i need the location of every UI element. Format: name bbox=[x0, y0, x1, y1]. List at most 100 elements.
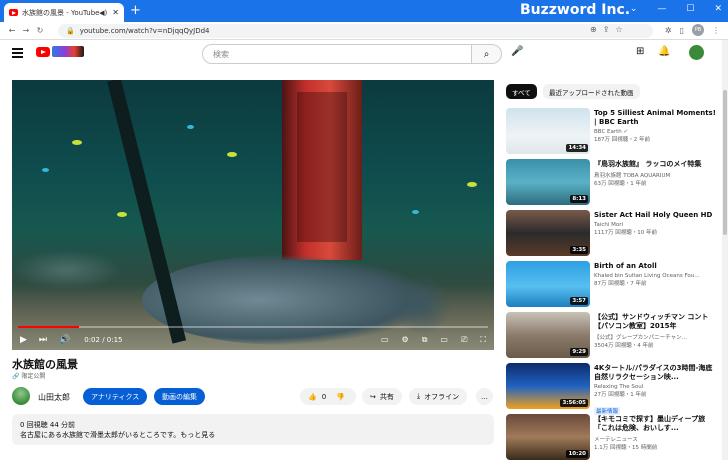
volume-icon[interactable]: 🔊 bbox=[59, 335, 70, 345]
search-button[interactable]: ⌕ bbox=[472, 44, 502, 64]
play-icon[interactable]: ▶ bbox=[20, 335, 27, 345]
visibility-label: 限定公開 bbox=[21, 373, 46, 380]
description-box[interactable]: 0 回視聴 44 分前 名古屋にある水族館で滑墨太郎がいるところです。もっと見る bbox=[12, 414, 494, 445]
recommendation-channel[interactable]: メーテレニュース bbox=[594, 435, 716, 443]
profile-avatar[interactable]: PB bbox=[692, 24, 704, 36]
sidepanel-icon[interactable]: ▯ bbox=[680, 26, 684, 35]
install-icon[interactable]: ⊕ bbox=[590, 25, 597, 34]
duration-badge: 8:13 bbox=[570, 195, 588, 203]
duration-badge: 9:29 bbox=[570, 348, 588, 356]
close-tab-icon[interactable]: ✕ bbox=[112, 8, 119, 17]
recommendation-title[interactable]: Sister Act Hail Holy Queen HD bbox=[594, 211, 716, 220]
search-input[interactable]: 検索 bbox=[202, 44, 472, 64]
description-text: 名古屋にある水族館で滑墨太郎がいるところです。もっと見る bbox=[20, 431, 216, 439]
youtube-doodle-logo[interactable] bbox=[52, 46, 84, 57]
video-thumbnail[interactable]: 3:57 bbox=[506, 261, 590, 307]
channel-avatar[interactable] bbox=[12, 387, 30, 405]
create-video-icon[interactable]: ⊞ bbox=[636, 46, 644, 57]
header-actions: ⊞ 🔔 bbox=[636, 46, 671, 57]
recommendation-item[interactable]: 3:57 Birth of an Atoll Khaled bin Sultan L… bbox=[506, 261, 716, 307]
left-fish bbox=[12, 250, 122, 290]
account-avatar[interactable] bbox=[689, 45, 704, 60]
time-display: 0:02 / 0:15 bbox=[84, 336, 123, 344]
notifications-bell-icon[interactable]: 🔔 bbox=[658, 46, 670, 57]
close-window-icon[interactable]: ✕ bbox=[714, 4, 722, 14]
video-thumbnail[interactable]: 14:34 bbox=[506, 108, 590, 154]
recommendation-title[interactable]: Top 5 Silliest Animal Moments! | BBC Ear… bbox=[594, 109, 716, 127]
video-thumbnail[interactable]: 10:20 bbox=[506, 414, 590, 460]
fullscreen-icon[interactable]: ⛶ bbox=[480, 335, 486, 345]
youtube-header: 検索 ⌕ 🎤 ⊞ 🔔 bbox=[0, 40, 722, 68]
video-title: 水族館の風景 bbox=[12, 358, 78, 371]
recommendation-channel[interactable]: 【公式】グレープカンパニーチャン... bbox=[594, 333, 716, 341]
duration-badge: 3:57 bbox=[570, 297, 588, 305]
forward-icon[interactable]: → bbox=[20, 26, 32, 35]
recommendation-title[interactable]: 4Kタートル/パラダイスの3時間-海底自然リラクセーション映... bbox=[594, 364, 716, 382]
recommendation-item[interactable]: 3:35 Sister Act Hail Holy Queen HD Taichi … bbox=[506, 210, 716, 256]
video-thumbnail[interactable]: 3:35 bbox=[506, 210, 590, 256]
microphone-icon[interactable]: 🎤 bbox=[511, 46, 523, 57]
theater-mode-icon[interactable]: ▭ bbox=[440, 335, 448, 345]
recommendation-title[interactable]: 『鳥羽水族館』 ラッコのメイ特集 bbox=[594, 160, 716, 169]
yellow-fish bbox=[467, 182, 477, 187]
maximize-icon[interactable]: ☐ bbox=[686, 4, 694, 14]
share-page-icon[interactable]: ⇪ bbox=[603, 25, 610, 34]
share-button[interactable]: ↪ 共有 bbox=[362, 388, 402, 405]
pillar-shadow bbox=[297, 92, 347, 242]
reload-icon[interactable]: ↻ bbox=[34, 26, 46, 35]
recommendation-item[interactable]: 9:29 【公式】サンドウィッチマン コント【パソコン教室】2015年【公式】グレ… bbox=[506, 312, 716, 358]
settings-gear-icon[interactable]: ⚙ bbox=[402, 335, 409, 345]
recommendation-item[interactable]: 8:13 『鳥羽水族館』 ラッコのメイ特集 鳥羽水族館 TOBA AQUARIUM 6… bbox=[506, 159, 716, 205]
chip-all[interactable]: すべて bbox=[506, 84, 537, 99]
scrollbar[interactable] bbox=[722, 40, 728, 460]
bookmark-star-icon[interactable]: ☆ bbox=[615, 25, 622, 34]
chip-recently-uploaded[interactable]: 最近アップロードされた動画 bbox=[543, 84, 640, 99]
new-tab-button[interactable]: + bbox=[130, 3, 141, 18]
recommendation-title[interactable]: 【キモコミで探す】墨山ディープ旅「これは危険、おいしす... bbox=[594, 415, 716, 433]
video-thumbnail[interactable]: 8:13 bbox=[506, 159, 590, 205]
recommendation-title[interactable]: 【公式】サンドウィッチマン コント【パソコン教室】2015年 bbox=[594, 313, 716, 331]
chevron-down-icon[interactable]: ⌄ bbox=[630, 4, 638, 14]
recommendation-item[interactable]: 3:56:05 4Kタートル/パラダイスの3時間-海底自然リラクセーション映...… bbox=[506, 363, 716, 415]
recommendation-channel[interactable]: 鳥羽水族館 TOBA AQUARIUM bbox=[594, 171, 716, 179]
channel-name[interactable]: 山田太郎 bbox=[38, 392, 70, 403]
lock-icon[interactable]: 🔒 bbox=[66, 27, 75, 35]
miniplayer-icon[interactable]: ⧉ bbox=[422, 335, 428, 345]
recommendation-item[interactable]: 14:34 Top 5 Silliest Animal Moments! | BB… bbox=[506, 108, 716, 154]
video-player[interactable] bbox=[12, 80, 494, 350]
recommendation-info: 『鳥羽水族館』 ラッコのメイ特集 鳥羽水族館 TOBA AQUARIUM 63万 回… bbox=[594, 160, 716, 187]
thumbs-down-icon[interactable]: 👎 bbox=[336, 393, 345, 401]
menu-kebab-icon[interactable]: ⋮ bbox=[712, 26, 720, 35]
speaker-icon[interactable]: ◀) bbox=[99, 9, 107, 17]
offline-button[interactable]: ⤓ オフライン bbox=[409, 388, 468, 405]
recommendation-info: 4Kタートル/パラダイスの3時間-海底自然リラクセーション映... Relaxin… bbox=[594, 364, 716, 417]
blue-fish bbox=[42, 168, 49, 172]
blue-fish bbox=[187, 125, 194, 129]
subtitles-icon[interactable]: ▭ bbox=[381, 335, 389, 345]
browser-tab[interactable]: 水族館の風景 - YouTube ◀) ✕ bbox=[4, 3, 124, 22]
analytics-button[interactable]: アナリティクス bbox=[83, 388, 148, 405]
video-thumbnail[interactable]: 9:29 bbox=[506, 312, 590, 358]
yellow-fish bbox=[117, 212, 127, 217]
cast-icon[interactable]: ⎚ bbox=[461, 335, 467, 345]
progress-bar[interactable] bbox=[18, 326, 488, 328]
more-actions-button[interactable]: … bbox=[476, 388, 493, 405]
extensions-icon[interactable]: ✲ bbox=[665, 26, 672, 35]
url-text: youtube.com/watch?v=nDjqqQyJDd4 bbox=[79, 27, 210, 35]
recommendation-item[interactable]: 10:20 【キモコミで探す】墨山ディープ旅「これは危険、おいしす... メーテレニ… bbox=[506, 414, 716, 460]
url-field[interactable]: 🔒 youtube.com/watch?v=nDjqqQyJDd4 bbox=[58, 24, 653, 38]
edit-video-button[interactable]: 動画の編集 bbox=[154, 388, 205, 405]
view-stats: 0 回視聴 44 分前 bbox=[20, 421, 76, 429]
next-icon[interactable]: ⏭ bbox=[39, 335, 47, 345]
minimize-icon[interactable]: — bbox=[657, 4, 666, 14]
back-icon[interactable]: ← bbox=[6, 26, 18, 35]
thumbs-up-icon[interactable]: 👍 bbox=[308, 393, 317, 401]
recommendation-meta: 63万 回視聴・1 年前 bbox=[594, 181, 647, 187]
youtube-logo-icon[interactable] bbox=[36, 47, 50, 57]
hamburger-menu-icon[interactable] bbox=[12, 48, 23, 60]
video-thumbnail[interactable]: 3:56:05 bbox=[506, 363, 590, 409]
recommendation-title[interactable]: Birth of an Atoll bbox=[594, 262, 716, 271]
scrollbar-thumb[interactable] bbox=[723, 90, 727, 235]
like-count: 0 bbox=[321, 392, 327, 401]
recommendation-info: 【公式】サンドウィッチマン コント【パソコン教室】2015年【公式】グレープカン… bbox=[594, 313, 716, 349]
